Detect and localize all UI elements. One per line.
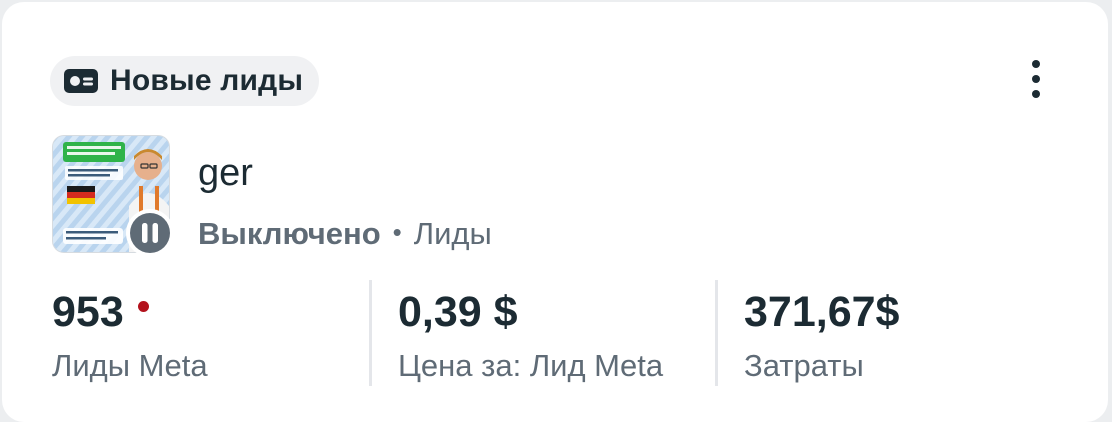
metric-leads[interactable]: 953 Лиды Meta: [52, 282, 352, 388]
metric-leads-value-row: 953: [52, 286, 149, 338]
lead-form-icon: [64, 69, 98, 93]
metric-cost-per-lead-label: Цена за: Лид Meta: [398, 348, 664, 383]
ad-status-line: Выключено • Лиды: [198, 211, 492, 255]
more-vertical-icon: [1031, 59, 1041, 104]
status-separator: •: [392, 217, 402, 247]
metric-leads-value: 953: [52, 288, 124, 336]
campaign-type-badge: Новые лиды: [50, 56, 320, 106]
metric-divider: [715, 280, 718, 386]
pause-icon: [130, 213, 170, 253]
campaign-type-label: Новые лиды: [110, 64, 304, 97]
more-options-button[interactable]: [1016, 58, 1056, 104]
campaign-card[interactable]: Новые лиды ger Выключено • Лиды 953 Лиды…: [2, 2, 1108, 422]
delivery-status: Выключено: [198, 216, 381, 251]
ad-name[interactable]: ger: [198, 150, 253, 196]
metric-leads-label: Лиды Meta: [52, 348, 208, 383]
alert-dot-icon: [137, 301, 149, 312]
metric-divider: [369, 280, 372, 386]
ad-status-indicator: [126, 209, 174, 257]
metric-cost-per-lead[interactable]: 0,39 $ Цена за: Лид Meta: [398, 282, 708, 388]
metric-spend-value: 371,67$: [744, 288, 900, 336]
ad-objective: Лиды: [413, 216, 492, 251]
metric-spend-label: Затраты: [744, 348, 864, 383]
metric-cost-per-lead-value: 0,39 $: [398, 288, 518, 336]
metric-spend[interactable]: 371,67$ Затраты: [744, 282, 1044, 388]
